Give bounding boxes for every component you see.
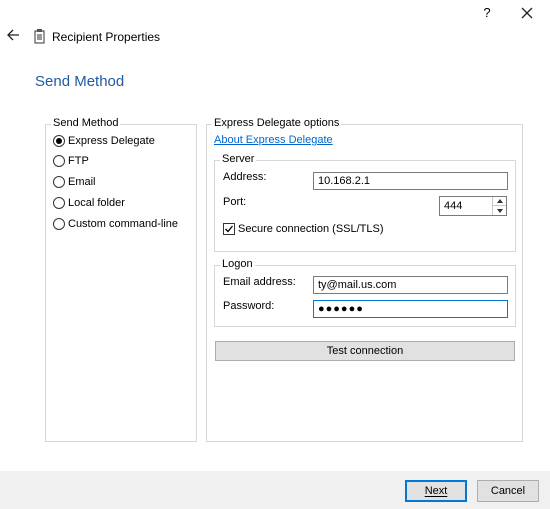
help-button[interactable]: ? <box>476 4 498 22</box>
close-button[interactable] <box>516 4 538 22</box>
radio-ftp[interactable]: FTP <box>53 153 89 169</box>
close-icon <box>521 7 533 19</box>
secure-connection-checkbox[interactable] <box>223 223 235 235</box>
triangle-down-icon <box>496 208 503 213</box>
next-button[interactable]: Next <box>405 480 467 502</box>
radio-label: Email <box>68 176 96 188</box>
radio-button[interactable] <box>53 176 65 188</box>
radio-email[interactable]: Email <box>53 174 96 190</box>
page-title: Send Method <box>35 73 125 90</box>
footer-bar: Next Cancel <box>0 471 550 509</box>
radio-label: Express Delegate <box>68 135 155 147</box>
port-label: Port: <box>223 196 247 208</box>
radio-express-delegate[interactable]: Express Delegate <box>53 133 155 149</box>
radio-custom-command-line[interactable]: Custom command-line <box>53 216 178 232</box>
logon-group: Logon Email address: ty@mail.us.com Pass… <box>214 258 516 327</box>
secure-connection-label: Secure connection (SSL/TLS) <box>238 223 384 235</box>
radio-button[interactable] <box>53 197 65 209</box>
express-delegate-group-label: Express Delegate options <box>212 117 342 129</box>
send-method-group: Send Method Express Delegate FTP Email L… <box>45 117 197 442</box>
spin-down-button[interactable] <box>493 206 506 215</box>
checkmark-icon <box>225 225 234 233</box>
logon-group-label: Logon <box>220 258 255 270</box>
radio-label: FTP <box>68 155 89 167</box>
radio-button[interactable] <box>53 218 65 230</box>
about-express-delegate-link[interactable]: About Express Delegate <box>214 134 333 146</box>
radio-local-folder[interactable]: Local folder <box>53 195 125 211</box>
radio-label: Local folder <box>68 197 125 209</box>
password-input[interactable]: ●●●●●● <box>313 300 508 318</box>
address-label: Address: <box>223 171 267 183</box>
email-address-input[interactable]: ty@mail.us.com <box>313 276 508 294</box>
back-button[interactable] <box>6 28 22 44</box>
send-method-group-label: Send Method <box>51 117 121 129</box>
port-stepper[interactable]: 444 <box>439 196 507 216</box>
next-button-label: Next <box>424 485 448 497</box>
password-label: Password: <box>223 300 275 312</box>
back-arrow-icon <box>7 29 19 41</box>
address-input[interactable]: 10.168.2.1 <box>313 172 508 190</box>
window-title: Recipient Properties <box>52 30 161 44</box>
radio-button-checked[interactable] <box>53 135 65 147</box>
server-group-label: Server <box>220 153 257 165</box>
spin-up-button[interactable] <box>493 197 506 206</box>
radio-button[interactable] <box>53 155 65 167</box>
radio-label: Custom command-line <box>68 218 179 230</box>
express-delegate-group: Express Delegate options About Express D… <box>206 117 523 442</box>
port-value: 444 <box>444 200 463 212</box>
port-spin-buttons <box>492 197 506 215</box>
cancel-button[interactable]: Cancel <box>477 480 539 502</box>
email-address-label: Email address: <box>223 276 296 288</box>
server-group: Server Address: 10.168.2.1 Port: 444 Sec… <box>214 153 516 252</box>
triangle-up-icon <box>496 199 503 203</box>
test-connection-button[interactable]: Test connection <box>215 341 515 361</box>
app-icon <box>34 28 46 44</box>
